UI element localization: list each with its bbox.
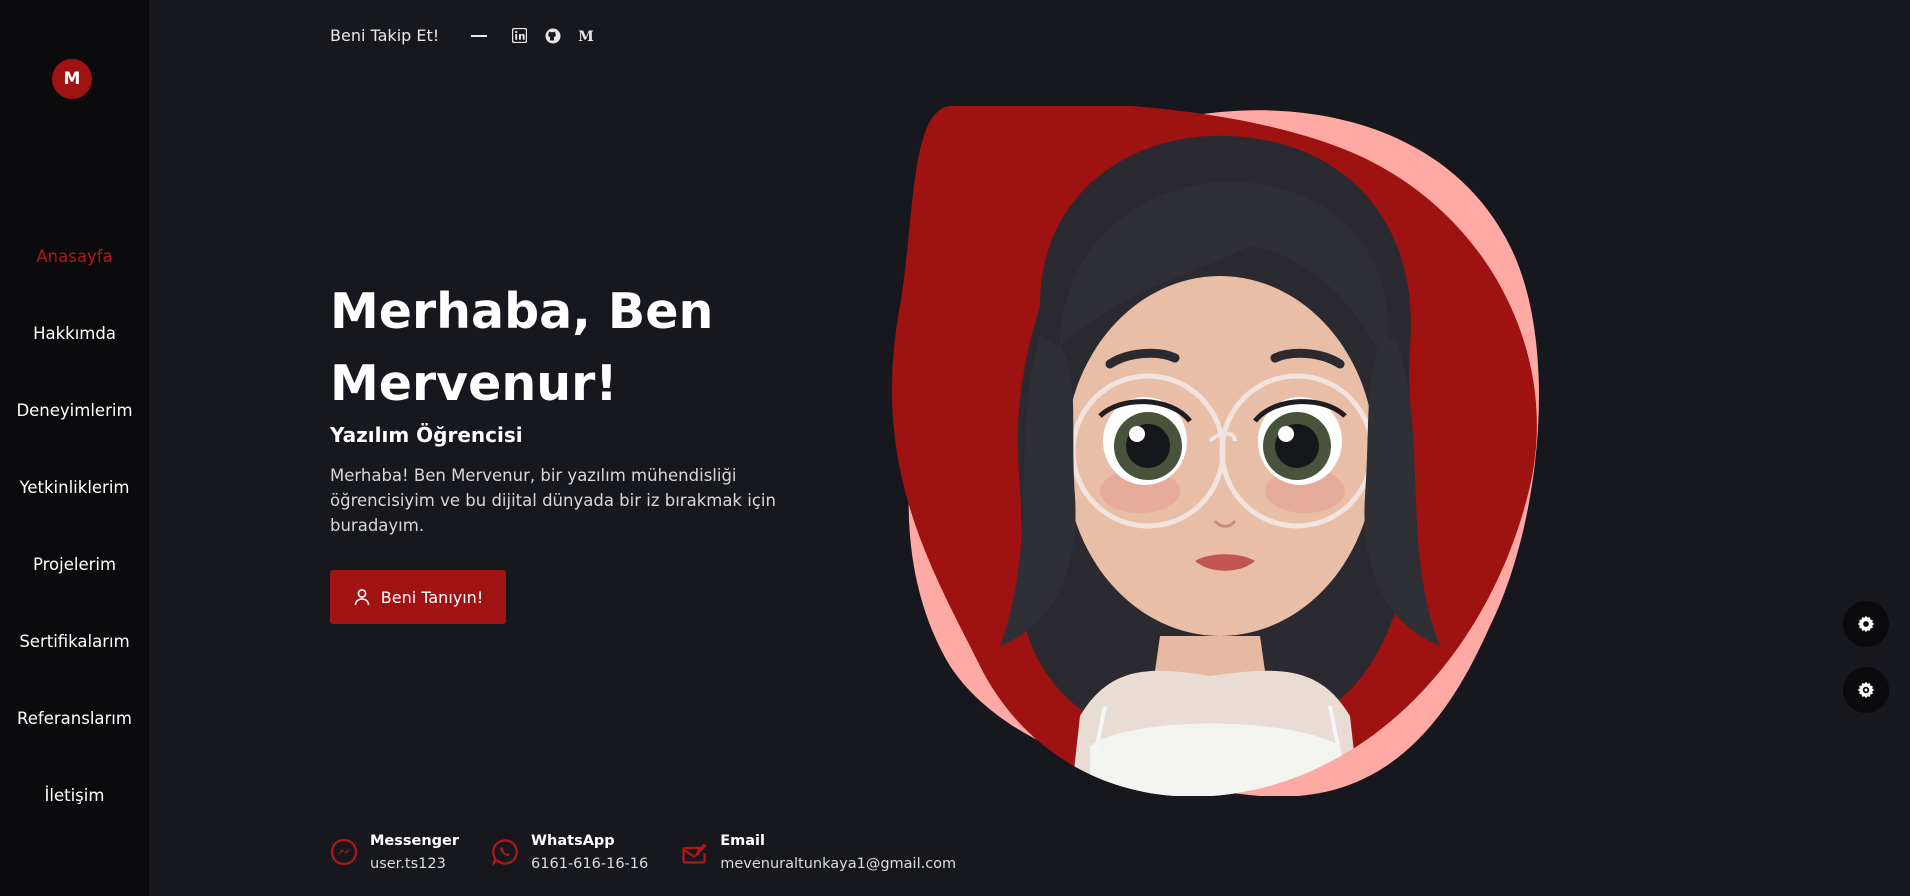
whatsapp-icon bbox=[492, 839, 518, 866]
theme-settings-button[interactable] bbox=[1843, 667, 1889, 713]
nav-item-projelerim[interactable]: Projelerim bbox=[0, 526, 149, 603]
nav-item-hakkimda[interactable]: Hakkımda bbox=[0, 295, 149, 372]
contact-title: Messenger bbox=[370, 833, 460, 849]
cta-label: Beni Tanıyın! bbox=[380, 587, 484, 607]
nav-item-anasayfa[interactable]: Anasayfa bbox=[0, 218, 149, 295]
logo-avatar[interactable]: M bbox=[52, 59, 92, 99]
messenger-icon bbox=[330, 838, 358, 866]
hero-subtitle: Yazılım Öğrencisi bbox=[330, 423, 523, 447]
nav-item-referanslarim[interactable]: Referanslarım bbox=[0, 680, 149, 757]
contact-email[interactable]: Email mevenuraltunkaya1@gmail.com bbox=[680, 832, 956, 873]
user-icon bbox=[354, 589, 370, 606]
contact-title: Email bbox=[720, 833, 765, 849]
settings-button[interactable] bbox=[1843, 601, 1889, 647]
contact-value: mevenuraltunkaya1@gmail.com bbox=[720, 856, 957, 872]
contact-value: 6161-616-16-16 bbox=[531, 856, 649, 872]
svg-text:M: M bbox=[578, 29, 594, 43]
follow-divider bbox=[471, 34, 488, 37]
contact-messenger[interactable]: Messenger user.ts123 bbox=[330, 832, 459, 873]
contact-title: WhatsApp bbox=[531, 833, 615, 849]
contact-whatsapp[interactable]: WhatsApp 6161-616-16-16 bbox=[491, 832, 648, 873]
contact-list: Messenger user.ts123 WhatsApp 6161-616-1… bbox=[330, 832, 988, 873]
cog-icon bbox=[1857, 681, 1875, 699]
follow-label: Beni Takip Et! bbox=[330, 26, 440, 45]
sidebar-nav: Anasayfa Hakkımda Deneyimlerim Yetkinlik… bbox=[0, 218, 149, 834]
nav-item-sertifikalarim[interactable]: Sertifikalarım bbox=[0, 603, 149, 680]
nav-item-iletisim[interactable]: İletişim bbox=[0, 757, 149, 834]
get-to-know-me-button[interactable]: Beni Tanıyın! bbox=[330, 570, 506, 624]
gear-icon bbox=[1857, 615, 1875, 633]
avatar-illustration bbox=[890, 102, 1550, 797]
nav-item-deneyimlerim[interactable]: Deneyimlerim bbox=[0, 372, 149, 449]
social-follow-bar: Beni Takip Et! M bbox=[330, 26, 594, 45]
nav-item-yetkinliklerim[interactable]: Yetkinliklerim bbox=[0, 449, 149, 526]
medium-icon[interactable]: M bbox=[577, 27, 594, 44]
email-icon bbox=[682, 843, 707, 864]
github-icon[interactable] bbox=[544, 27, 561, 44]
linkedin-icon[interactable] bbox=[511, 27, 528, 44]
hero-description: Merhaba! Ben Mervenur, bir yazılım mühen… bbox=[330, 466, 776, 535]
contact-value: user.ts123 bbox=[370, 856, 446, 872]
hero-title: Merhaba, Ben Mervenur! bbox=[330, 283, 714, 412]
sidebar: M Anasayfa Hakkımda Deneyimlerim Yetkinl… bbox=[0, 0, 149, 896]
